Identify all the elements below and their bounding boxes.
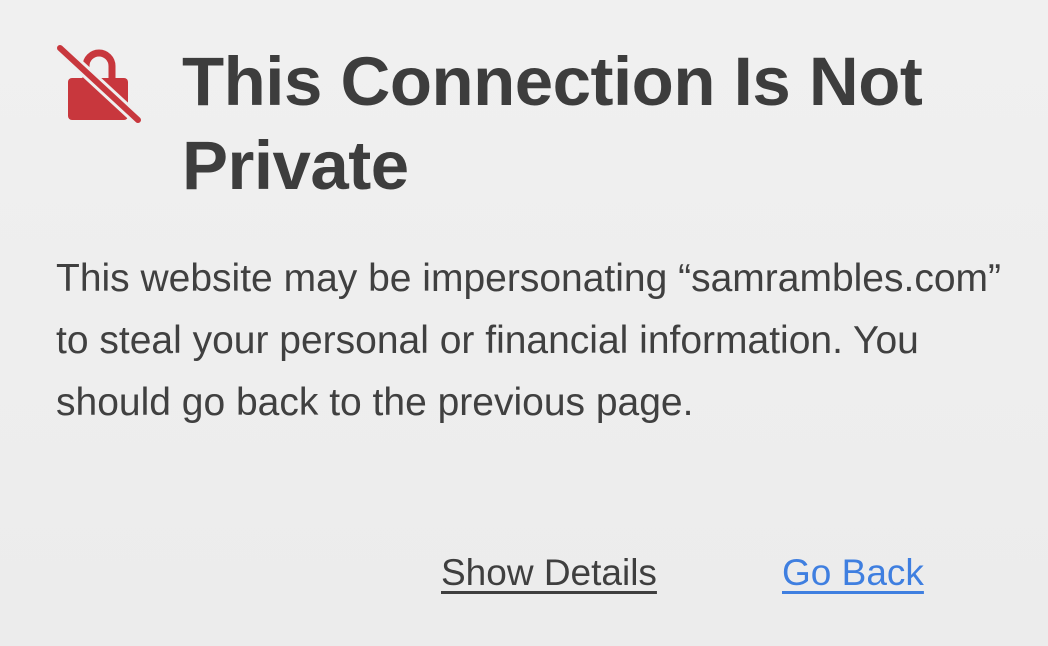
action-bar: Show Details Go Back (0, 548, 1048, 598)
show-details-link[interactable]: Show Details (441, 548, 657, 598)
connection-warning-page: This Connection Is Not Private This webs… (0, 0, 1048, 646)
lock-slash-icon (54, 42, 142, 126)
go-back-link[interactable]: Go Back (782, 548, 924, 598)
warning-message: This website may be impersonating “samra… (56, 257, 1001, 424)
page-title: This Connection Is Not Private (182, 43, 923, 204)
